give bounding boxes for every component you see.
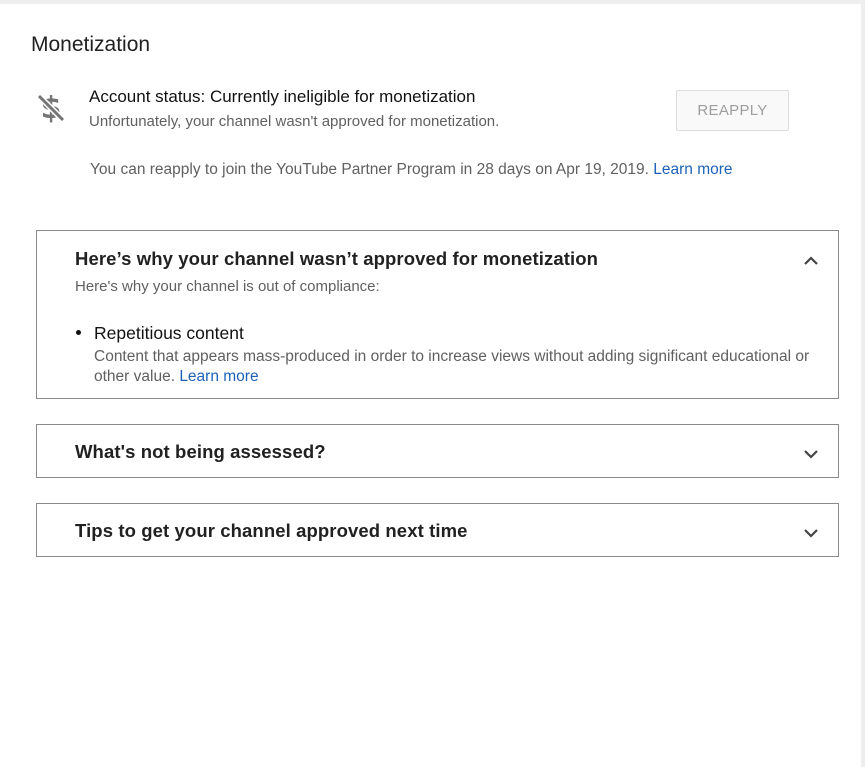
panel-description: Here's why your channel is out of compli…	[75, 278, 380, 295]
chevron-up-icon[interactable]	[802, 255, 820, 267]
page-title: Monetization	[31, 33, 151, 56]
not-assessed-panel[interactable]: What's not being assessed?	[36, 424, 839, 478]
reason-title: Repetitious content	[94, 323, 244, 343]
top-divider	[0, 0, 865, 4]
chevron-down-icon[interactable]	[802, 448, 820, 460]
chevron-down-icon[interactable]	[802, 527, 820, 539]
panel-title[interactable]: Tips to get your channel approved next t…	[75, 520, 468, 542]
panel-title[interactable]: What's not being assessed?	[75, 441, 326, 463]
reapply-button[interactable]: REAPPLY	[676, 90, 789, 131]
reapply-note: You can reapply to join the YouTube Part…	[90, 161, 733, 179]
money-off-icon: $	[35, 91, 67, 125]
approval-tips-panel[interactable]: Tips to get your channel approved next t…	[36, 503, 839, 557]
account-status-subtitle: Unfortunately, your channel wasn't appro…	[89, 113, 500, 130]
panel-title[interactable]: Here’s why your channel wasn’t approved …	[75, 248, 598, 270]
bullet-marker	[76, 330, 81, 335]
right-scroll-edge	[861, 0, 865, 767]
reapply-learn-more-link[interactable]: Learn more	[653, 161, 732, 178]
reapply-note-text: You can reapply to join the YouTube Part…	[90, 161, 649, 178]
reason-description: Content that appears mass-produced in or…	[94, 347, 834, 387]
reason-learn-more-link[interactable]: Learn more	[179, 368, 258, 385]
not-approved-reasons-panel: Here’s why your channel wasn’t approved …	[36, 230, 839, 399]
account-status-title: Account status: Currently ineligible for…	[89, 87, 476, 106]
